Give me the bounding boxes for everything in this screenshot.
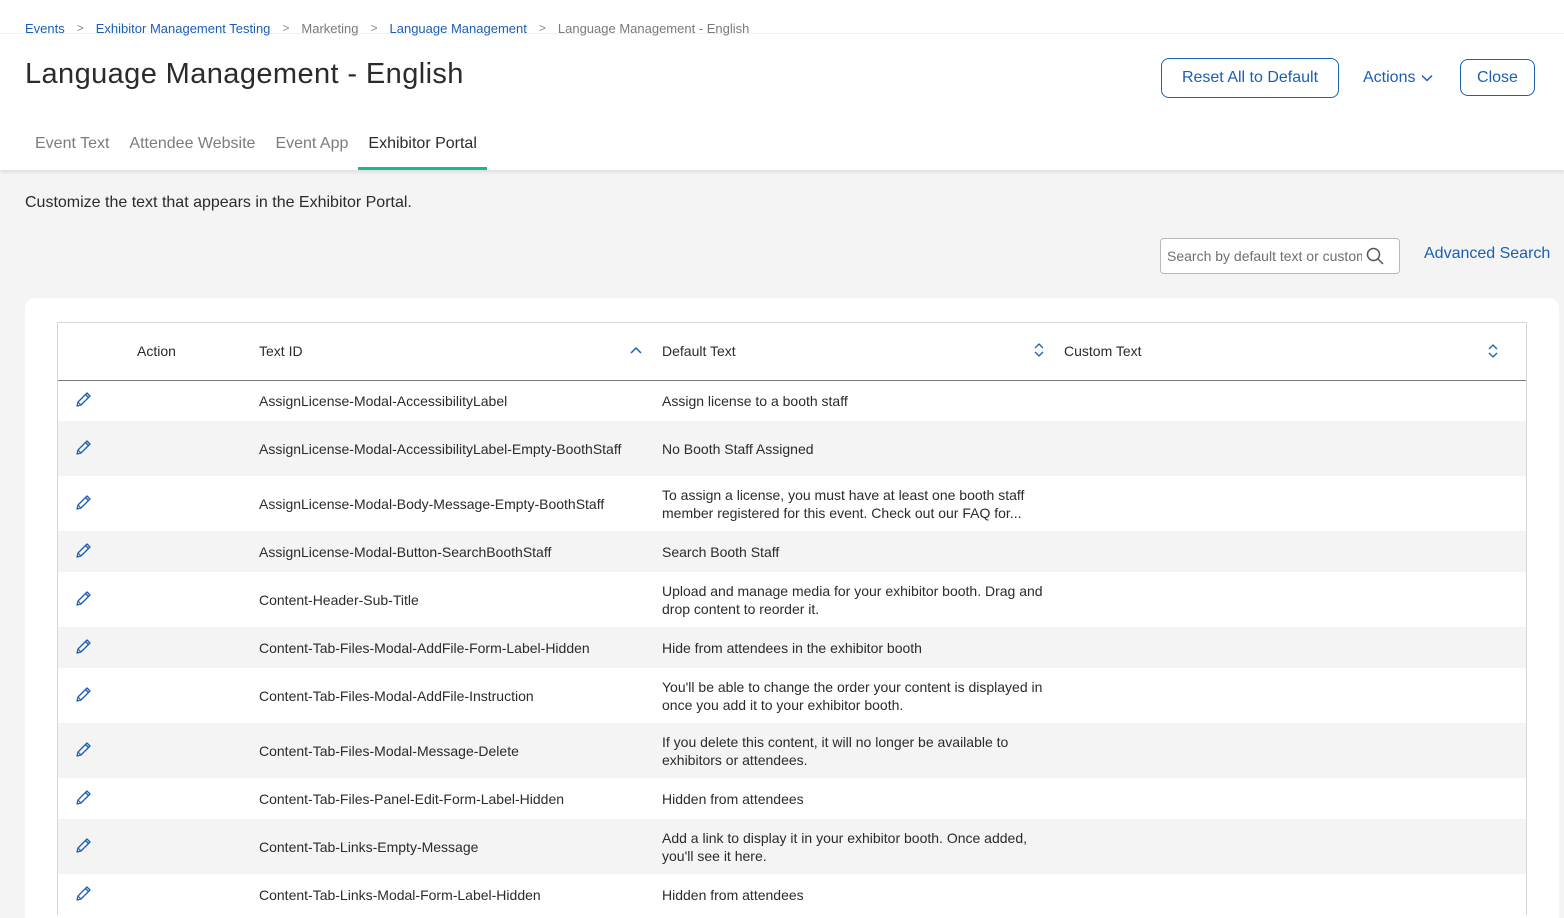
column-header-default-text[interactable]: Default Text	[662, 343, 736, 359]
default-text-cell: Hidden from attendees	[662, 791, 804, 807]
text-id-cell: Content-Tab-Files-Modal-AddFile-Form-Lab…	[259, 640, 590, 656]
text-id-cell: Content-Tab-Files-Panel-Edit-Form-Label-…	[259, 791, 565, 807]
default-text-cell: To assign a license, you must have at le…	[662, 487, 1025, 521]
search-field[interactable]	[1160, 238, 1400, 274]
page-title: Language Management - English	[25, 58, 464, 90]
text-id-cell: AssignLicense-Modal-Body-Message-Empty-B…	[259, 496, 605, 512]
breadcrumb-separator: >	[370, 21, 378, 35]
text-id-cell: Content-Header-Sub-Title	[259, 592, 419, 608]
table-body: AssignLicense-Modal-AccessibilityLabel As…	[58, 381, 1526, 915]
default-text-cell: No Booth Staff Assigned	[662, 441, 814, 457]
default-text-cell: Search Booth Staff	[662, 544, 780, 560]
pencil-icon[interactable]	[74, 885, 92, 903]
pencil-icon[interactable]	[74, 391, 92, 409]
tab-exhibitor-portal[interactable]: Exhibitor Portal	[358, 130, 487, 170]
search-icon[interactable]	[1366, 247, 1384, 265]
text-id-cell: AssignLicense-Modal-AccessibilityLabel-E…	[259, 441, 622, 457]
tab-bar: Event Text Attendee Website Event App Ex…	[25, 130, 487, 170]
text-id-cell: AssignLicense-Modal-Button-SearchBoothSt…	[259, 544, 552, 560]
breadcrumb-item-current: Language Management - English	[557, 20, 750, 36]
tab-attendee-website[interactable]: Attendee Website	[119, 130, 265, 170]
default-text-cell: Hide from attendees in the exhibitor boo…	[662, 640, 922, 656]
text-id-cell: Content-Tab-Links-Modal-Form-Label-Hidde…	[259, 887, 541, 903]
pencil-icon[interactable]	[74, 542, 92, 560]
default-text-cell: Hidden from attendees	[662, 887, 804, 903]
table-row: AssignLicense-Modal-Button-SearchBoothSt…	[58, 531, 1526, 572]
pencil-icon[interactable]	[74, 837, 92, 855]
reset-all-to-default-button[interactable]: Reset All to Default	[1161, 58, 1339, 98]
text-id-cell: Content-Tab-Files-Modal-Message-Delete	[259, 743, 519, 759]
tab-event-text[interactable]: Event Text	[25, 130, 119, 170]
breadcrumb-item-event[interactable]: Exhibitor Management Testing	[96, 21, 271, 36]
page-description: Customize the text that appears in the E…	[25, 194, 412, 211]
pencil-icon[interactable]	[74, 494, 92, 512]
breadcrumb-item-language-management[interactable]: Language Management	[390, 21, 527, 36]
table-header: Action Text ID Default Text Custom Text	[58, 323, 1526, 381]
page-header: Events > Exhibitor Management Testing > …	[0, 0, 1564, 170]
default-text-cell: Upload and manage media for your exhibit…	[662, 583, 1043, 617]
table-row: Content-Tab-Files-Panel-Edit-Form-Label-…	[58, 778, 1526, 819]
pencil-icon[interactable]	[74, 686, 92, 704]
default-text-cell: Add a link to display it in your exhibit…	[662, 830, 1027, 864]
column-header-text-id[interactable]: Text ID	[259, 343, 303, 359]
pencil-icon[interactable]	[74, 439, 92, 457]
pencil-icon[interactable]	[74, 741, 92, 759]
pencil-icon[interactable]	[74, 638, 92, 656]
actions-label: Actions	[1363, 69, 1416, 86]
table-row: Content-Tab-Files-Modal-AddFile-Instruct…	[58, 668, 1526, 723]
default-text-cell: You'll be able to change the order your …	[662, 679, 1043, 713]
table-row: AssignLicense-Modal-AccessibilityLabel-E…	[58, 421, 1526, 476]
advanced-search-link[interactable]: Advanced Search	[1424, 245, 1550, 263]
language-text-table: Action Text ID Default Text Custom Text …	[57, 322, 1527, 915]
search-input[interactable]	[1167, 248, 1362, 264]
default-text-cell: If you delete this content, it will no l…	[662, 734, 1009, 768]
table-row: Content-Tab-Links-Modal-Form-Label-Hidde…	[58, 874, 1526, 915]
sort-ascending-icon[interactable]	[630, 346, 642, 354]
breadcrumb-item-marketing: Marketing	[301, 20, 359, 36]
text-id-cell: AssignLicense-Modal-AccessibilityLabel	[259, 393, 508, 409]
column-header-custom-text[interactable]: Custom Text	[1064, 343, 1142, 359]
chevron-down-icon	[1421, 74, 1433, 82]
table-row: Content-Tab-Links-Empty-Message Add a lin…	[58, 819, 1526, 874]
breadcrumb-separator: >	[76, 21, 84, 35]
tab-event-app[interactable]: Event App	[265, 130, 358, 170]
pencil-icon[interactable]	[74, 789, 92, 807]
close-button[interactable]: Close	[1460, 59, 1535, 96]
default-text-cell: Assign license to a booth staff	[662, 393, 848, 409]
text-id-cell: Content-Tab-Links-Empty-Message	[259, 839, 479, 855]
pencil-icon[interactable]	[74, 590, 92, 608]
table-row: Content-Tab-Files-Modal-Message-Delete If…	[58, 723, 1526, 778]
breadcrumb: Events > Exhibitor Management Testing > …	[25, 19, 749, 37]
breadcrumb-separator: >	[282, 21, 290, 35]
table-row: AssignLicense-Modal-Body-Message-Empty-B…	[58, 476, 1526, 531]
table-row: Content-Header-Sub-Title Upload and manag…	[58, 572, 1526, 627]
sort-icon[interactable]	[1033, 343, 1045, 357]
column-header-action: Action	[137, 343, 176, 359]
actions-dropdown[interactable]: Actions	[1363, 66, 1433, 90]
table-row: AssignLicense-Modal-AccessibilityLabel As…	[58, 381, 1526, 421]
sort-icon[interactable]	[1487, 344, 1499, 358]
breadcrumb-separator: >	[538, 21, 546, 35]
breadcrumb-item-events[interactable]: Events	[25, 21, 65, 36]
text-id-cell: Content-Tab-Files-Modal-AddFile-Instruct…	[259, 688, 534, 704]
table-row: Content-Tab-Files-Modal-AddFile-Form-Lab…	[58, 627, 1526, 668]
